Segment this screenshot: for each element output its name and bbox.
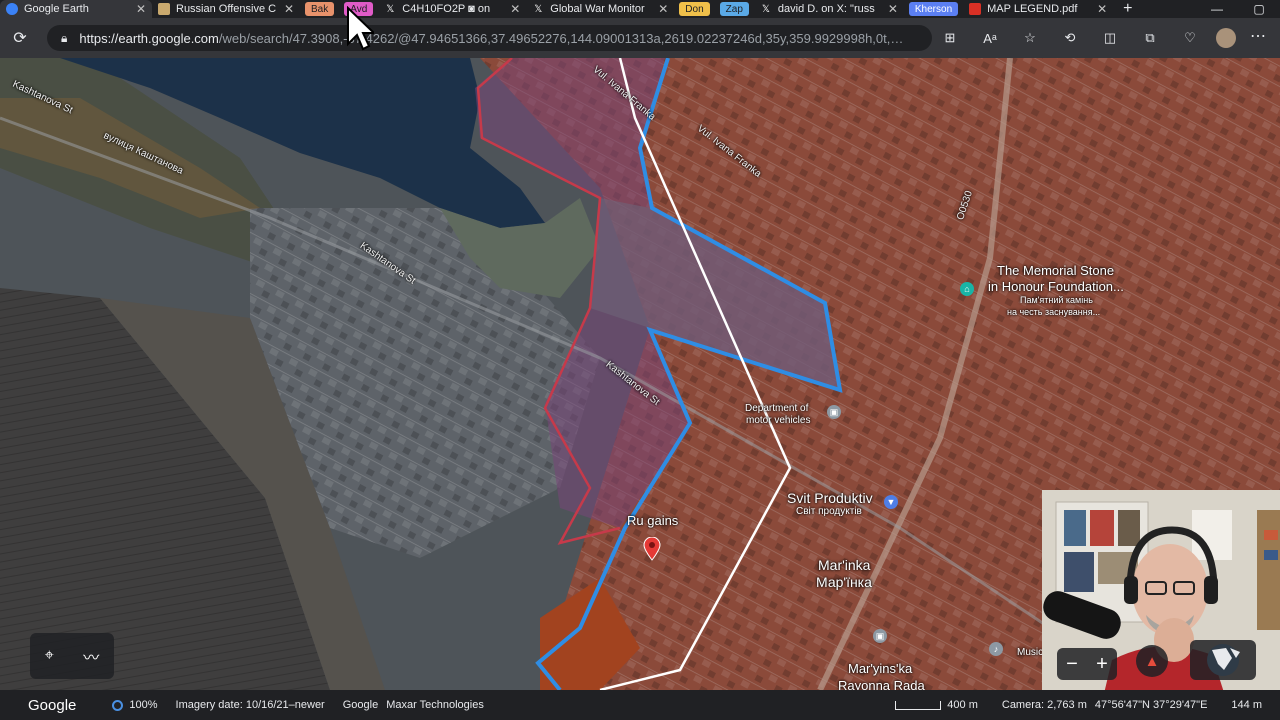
zoom-in-button[interactable]: + <box>1096 653 1108 676</box>
url-host: https://earth.google.com <box>79 30 219 46</box>
extensions-icon[interactable]: ⟲ <box>1050 30 1090 46</box>
poi-rada[interactable]: Mar'yins'ka <box>848 661 912 676</box>
credit-maxar: Maxar Technologies <box>386 699 484 711</box>
maximize-icon[interactable]: ▢ <box>1238 0 1280 18</box>
tab-title: Global War Monitor <box>550 3 645 15</box>
tab-google-earth[interactable]: Google Earth ✕ <box>0 0 152 18</box>
credit-google: Google <box>342 699 379 711</box>
tab-map-legend[interactable]: MAP LEGEND.pdf ✕ <box>963 0 1113 18</box>
pdf-icon <box>969 3 982 15</box>
x-icon: 𝕏 <box>534 3 543 15</box>
tab-global-war-monitor[interactable]: 𝕏 Global War Monitor ✕ <box>526 0 674 18</box>
x-icon: 𝕏 <box>386 3 395 15</box>
apps-grid-icon[interactable]: ⊞ <box>930 30 970 46</box>
poi-memorial-ua2: на честь заснування... <box>1007 307 1101 317</box>
tab-group-kherson[interactable]: Kherson <box>908 2 959 16</box>
tab-title: david D. on X: "russ <box>777 3 875 15</box>
globe-icon <box>1207 644 1240 676</box>
tab-group-bak[interactable]: Bak <box>305 2 335 16</box>
load-percent: 100% <box>129 699 158 711</box>
compass-icon: ▲ <box>1144 652 1160 670</box>
tab-title: C4H10FO2P ◙ on <box>402 3 491 15</box>
tab-c4h10fo2p[interactable]: 𝕏 C4H10FO2P ◙ on ✕ <box>378 0 526 18</box>
memorial-pin-icon[interactable]: ⌂ <box>960 282 974 296</box>
more-menu-icon[interactable]: ⋯ <box>1250 26 1266 46</box>
tab-group-don[interactable]: Don <box>679 2 710 16</box>
poi-memorial-title[interactable]: The Memorial Stone <box>997 263 1114 278</box>
tab-russian-offensive[interactable]: Russian Offensive C ✕ <box>152 0 300 18</box>
loading-indicator-icon <box>112 699 124 711</box>
close-icon[interactable]: ✕ <box>284 2 294 16</box>
placemark-tool-icon[interactable]: ⌖ <box>45 647 54 665</box>
globe-view-button[interactable] <box>1190 640 1256 680</box>
poi-svit-produktiv[interactable]: Svit Produktiv <box>787 490 873 506</box>
new-tab-button[interactable]: + <box>1123 0 1132 18</box>
avatar[interactable] <box>1216 28 1236 48</box>
close-icon[interactable]: ✕ <box>658 2 668 16</box>
read-aloud-icon[interactable]: Aᵃ <box>970 31 1010 46</box>
url-text[interactable]: https://earth.google.com/web/search/47.3… <box>79 31 909 46</box>
zoom-out-button[interactable]: − <box>1066 653 1078 676</box>
tab-title: Google Earth <box>24 3 89 15</box>
path-tool-icon[interactable]: 〰 <box>83 644 99 668</box>
status-bar: Google 100% Imagery date: 10/16/21–newer… <box>0 690 1280 720</box>
scale-indicator: 400 m <box>895 699 978 711</box>
tab-title: Russian Offensive C <box>176 3 277 15</box>
google-logo: Google <box>28 696 77 714</box>
tab-group-zap[interactable]: Zap <box>719 2 749 16</box>
dmv-pin-icon[interactable]: ▣ <box>827 405 841 419</box>
elevation: 144 m <box>1231 699 1262 711</box>
rada-pin-icon[interactable]: ▣ <box>873 629 887 643</box>
close-icon[interactable]: ✕ <box>136 2 146 16</box>
close-icon[interactable]: ✕ <box>888 2 898 16</box>
scale-value: 400 m <box>947 699 978 711</box>
music-pin-icon[interactable]: ♪ <box>989 642 1003 656</box>
poi-rada-line2[interactable]: Rayonna Rada <box>838 678 925 690</box>
tab-title: MAP LEGEND.pdf <box>987 3 1078 15</box>
minimize-icon[interactable]: — <box>1196 0 1238 18</box>
favorite-star-icon[interactable]: ☆ <box>1010 30 1050 46</box>
camera-altitude: Camera: 2,763 m <box>1001 699 1087 711</box>
compass-button[interactable]: ▲ <box>1136 645 1168 677</box>
close-icon[interactable]: ✕ <box>510 2 520 16</box>
navigation-bar: ⟳ 🔒︎ https://earth.google.com/web/search… <box>0 18 1280 58</box>
poi-dmv[interactable]: Department of <box>745 403 808 414</box>
address-bar[interactable]: 🔒︎ https://earth.google.com/web/search/4… <box>47 25 932 51</box>
poi-memorial-subtitle[interactable]: in Honour Foundation... <box>988 279 1124 294</box>
place-marinka[interactable]: Mar'inka <box>818 557 870 573</box>
url-path: /web/search/47.3908,-37.4262/@47.9465136… <box>218 30 910 46</box>
placemark-label[interactable]: Ru gains <box>627 513 678 528</box>
zoom-controls: − + <box>1057 648 1117 680</box>
poi-memorial-ua: Пам'ятний камінь <box>1020 295 1093 305</box>
placemark-pin-icon[interactable] <box>642 537 662 561</box>
lock-icon[interactable]: 🔒︎ <box>61 31 67 46</box>
close-icon[interactable]: ✕ <box>1097 2 1107 16</box>
window-controls: — ▢ <box>1196 0 1280 18</box>
tab-bar: Google Earth ✕ Russian Offensive C ✕ Bak… <box>0 0 1280 18</box>
shopping-pin-icon[interactable]: ▼ <box>884 495 898 509</box>
earth-map-view[interactable]: Kashtanova St вулиця Каштанова Kashtanov… <box>0 58 1280 690</box>
reload-icon[interactable]: ⟳ <box>10 28 30 48</box>
x-icon: 𝕏 <box>761 3 770 15</box>
split-screen-icon[interactable]: ◫ <box>1090 30 1130 46</box>
mouse-cursor-icon <box>347 6 374 51</box>
collections-icon[interactable]: ⧉ <box>1130 30 1170 46</box>
browser-essentials-icon[interactable]: ♡ <box>1170 30 1210 46</box>
scale-bar <box>895 700 942 710</box>
place-marinka-ua: Мар'їнка <box>816 574 872 590</box>
google-earth-icon <box>6 3 18 15</box>
tab-david-d[interactable]: 𝕏 david D. on X: "russ ✕ <box>754 0 904 18</box>
toolbar-icons: ⊞ Aᵃ ☆ ⟲ ◫ ⧉ ♡ <box>930 18 1210 58</box>
map-tools-panel: ⌖ 〰 <box>30 633 114 679</box>
poi-svit-produktiv-ua: Світ продуктів <box>796 506 862 517</box>
coordinates: 47°56'47"N 37°29'47"E <box>1094 699 1208 711</box>
imagery-date: Imagery date: 10/16/21–newer <box>175 699 325 711</box>
poi-dmv-line2[interactable]: motor vehicles <box>746 415 810 426</box>
document-icon <box>158 3 170 15</box>
